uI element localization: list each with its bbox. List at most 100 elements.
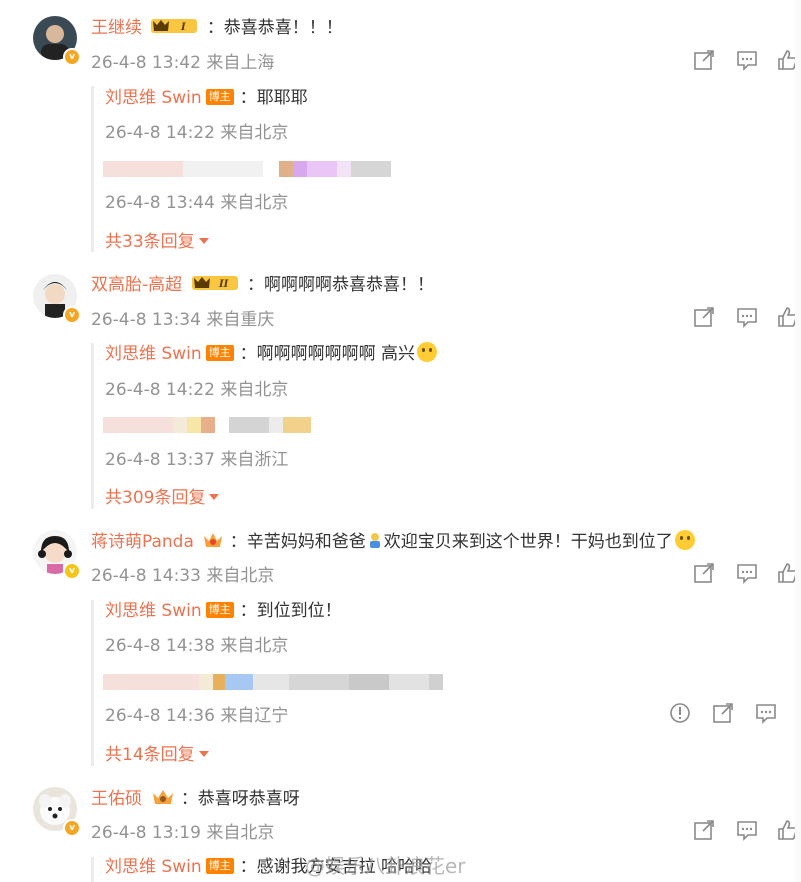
more-replies-text: 共309条回复	[105, 488, 206, 508]
location: 来自北京	[220, 380, 289, 400]
family-emoji-icon	[369, 533, 380, 548]
chevron-down-icon	[198, 751, 209, 757]
reply-meta: 26-4-8 13:44 来自北京	[105, 188, 288, 213]
report-icon[interactable]	[669, 702, 691, 724]
username[interactable]: 王佑硕	[91, 789, 142, 809]
reply-divider	[91, 86, 94, 252]
comment-actions	[681, 562, 801, 586]
host-badge: 博主	[205, 858, 234, 874]
vip-level-icon[interactable]: I	[151, 17, 201, 35]
more-replies-link[interactable]: 共309条回复	[105, 483, 220, 508]
host-badge: 博主	[205, 89, 234, 105]
reply-actions	[669, 702, 801, 726]
comment-meta: 26-4-8 13:42 来自上海	[91, 48, 274, 73]
timestamp: 26-4-8 14:22	[105, 123, 215, 143]
location: 来自浙江	[220, 450, 289, 470]
host-badge: 博主	[205, 345, 234, 361]
reply-text: ：啊啊啊啊啊啊啊 高兴	[239, 344, 416, 364]
location: 来自北京	[206, 566, 275, 586]
reply-text: ：到位到位！	[239, 601, 342, 621]
timestamp: 26-4-8 13:44	[105, 193, 215, 213]
reply-divider	[91, 600, 94, 766]
reply-username[interactable]: 刘思维 Swin	[105, 88, 202, 108]
reply-username[interactable]: 刘思维 Swin	[105, 857, 202, 877]
comment-actions	[681, 819, 801, 843]
vip-level-icon[interactable]: II	[191, 274, 242, 292]
scrollbar-track[interactable]	[795, 0, 801, 882]
comment-line: 王继续 I ：恭喜恭喜！！！	[91, 16, 343, 40]
comment-meta: 26-4-8 14:33 来自北京	[91, 561, 274, 586]
reply-divider	[91, 857, 94, 882]
fan-crown-icon[interactable]	[151, 787, 175, 807]
comment-text: ：恭喜恭喜！！！	[206, 18, 343, 38]
more-replies-link[interactable]: 共14条回复	[105, 740, 209, 765]
verified-badge-icon: v	[63, 562, 81, 580]
comment-icon[interactable]	[736, 306, 758, 328]
comment-line: 双高胎-高超 II ：啊啊啊啊恭喜恭喜！！	[91, 273, 434, 297]
share-icon[interactable]	[712, 702, 734, 724]
comment-text: ：啊啊啊啊恭喜恭喜！！	[246, 275, 434, 295]
share-icon[interactable]	[693, 562, 715, 584]
comment-icon[interactable]	[736, 819, 758, 841]
timestamp: 26-4-8 13:37	[105, 450, 215, 470]
more-replies-link[interactable]: 共33条回复	[105, 227, 209, 252]
comment-text-continued: 欢迎宝贝来到这个世界！干妈也到位了	[383, 532, 673, 552]
verified-badge-icon: v	[63, 819, 81, 837]
emoji-icon	[674, 530, 695, 550]
reply-meta: 26-4-8 14:22 来自北京	[105, 375, 288, 400]
verified-badge-icon: v	[63, 48, 81, 66]
location: 来自上海	[206, 53, 275, 73]
comment-icon[interactable]	[736, 49, 758, 71]
location: 来自重庆	[206, 310, 275, 330]
location: 来自辽宁	[220, 706, 289, 726]
comment-line: 蒋诗萌Panda ：辛苦妈妈和爸爸 欢迎宝贝来到这个世界！干妈也到位了	[91, 530, 695, 554]
reply-meta: 26-4-8 14:38 来自北京	[105, 631, 288, 656]
reply-meta: 26-4-8 14:22 来自北京	[105, 118, 288, 143]
username[interactable]: 蒋诗萌Panda	[91, 532, 194, 552]
watermark: @娱乐八卦浪花er	[305, 854, 466, 878]
blurred-reply	[103, 674, 443, 690]
comment-meta: 26-4-8 13:34 来自重庆	[91, 305, 274, 330]
username[interactable]: 王继续	[91, 18, 142, 38]
timestamp: 26-4-8 14:36	[105, 706, 215, 726]
timestamp: 26-4-8 14:22	[105, 380, 215, 400]
location: 来自北京	[206, 823, 275, 843]
timestamp: 26-4-8 13:42	[91, 53, 201, 73]
comment-text: ：恭喜呀恭喜呀	[180, 789, 300, 809]
host-badge: 博主	[205, 602, 234, 618]
reply-text: ：耶耶耶	[239, 88, 308, 108]
emoji-icon	[417, 342, 438, 362]
location: 来自北京	[220, 636, 289, 656]
reply-line: 刘思维 Swin 博主 ：到位到位！	[105, 599, 342, 623]
reply-line: 刘思维 Swin 博主 ：啊啊啊啊啊啊啊 高兴	[105, 342, 438, 366]
fan-crown-icon[interactable]	[202, 530, 224, 550]
reply-username[interactable]: 刘思维 Swin	[105, 344, 202, 364]
comment-text: ：辛苦妈妈和爸爸	[229, 532, 366, 552]
vip-level-text: I	[180, 22, 186, 33]
reply-meta: 26-4-8 13:37 来自浙江	[105, 445, 288, 470]
share-icon[interactable]	[693, 306, 715, 328]
comment-meta: 26-4-8 13:19 来自北京	[91, 818, 274, 843]
comment-line: 王佑硕 ：恭喜呀恭喜呀	[91, 787, 300, 811]
timestamp: 26-4-8 14:33	[91, 566, 201, 586]
reply-username[interactable]: 刘思维 Swin	[105, 601, 202, 621]
more-replies-text: 共14条回复	[105, 745, 195, 765]
timestamp: 26-4-8 13:34	[91, 310, 201, 330]
comment-actions	[681, 306, 801, 330]
location: 来自北京	[220, 193, 289, 213]
username[interactable]: 双高胎-高超	[91, 275, 182, 295]
share-icon[interactable]	[693, 819, 715, 841]
more-replies-text: 共33条回复	[105, 232, 195, 252]
comment-icon[interactable]	[755, 702, 777, 724]
comment-icon[interactable]	[736, 562, 758, 584]
share-icon[interactable]	[693, 49, 715, 71]
blurred-reply	[103, 161, 391, 177]
reply-divider	[91, 343, 94, 509]
vip-level-text: II	[218, 279, 229, 290]
reply-meta: 26-4-8 14:36 来自辽宁	[105, 701, 288, 726]
timestamp: 26-4-8 13:19	[91, 823, 201, 843]
location: 来自北京	[220, 123, 289, 143]
comment-actions	[681, 49, 801, 73]
chevron-down-icon	[209, 494, 220, 500]
timestamp: 26-4-8 14:38	[105, 636, 215, 656]
